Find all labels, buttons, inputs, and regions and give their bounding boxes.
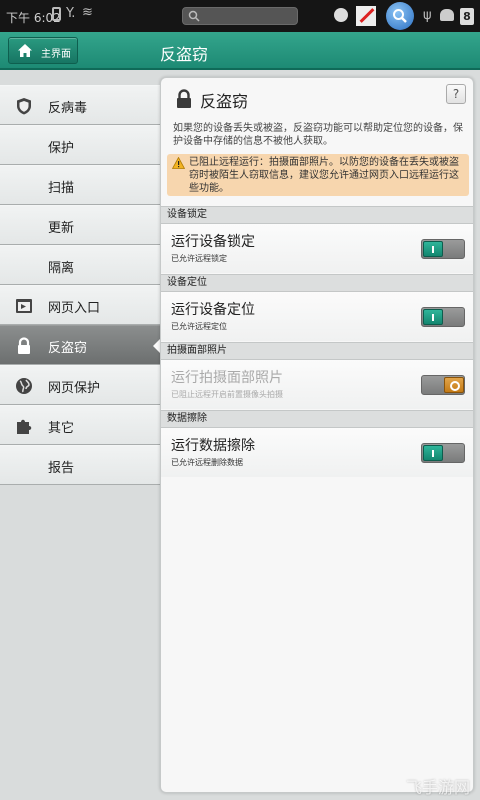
section-header-data-wipe: 数据擦除 [161,410,473,428]
panel-title: 反盗窃 [200,92,249,111]
panel-description: 如果您的设备丢失或被盗，反盗窃功能可以帮助定位您的设备，保护设备中存储的信息不被… [173,123,463,147]
sidebar: 反病毒 保护 扫描 更新 隔离 网页入口 反盗窃 网页保护 其它 报告 [0,85,161,485]
row-subtitle: 已允许远程定位 [171,322,227,331]
toggle-knob [444,377,464,393]
usb-icon: ψ [423,8,432,23]
sidebar-item-protection[interactable]: 保护 [0,125,160,165]
system-search-bar[interactable] [182,7,298,25]
home-icon [18,44,32,57]
sim-card-icon [52,7,61,21]
section-header-mugshot: 拍摄面部照片 [161,342,473,360]
warning-text: 已阻止远程运行：拍摄面部照片。以防您的设备在丢失或被盗窃时被陌生人窃取信息，建议… [189,157,459,194]
home-button-label: 主界面 [41,49,71,60]
sidebar-item-label: 扫描 [48,181,75,196]
device-lock-row[interactable]: 运行设备锁定 已允许远程锁定 [161,224,473,273]
row-title: 运行设备锁定 [171,234,255,250]
section-header-device-lock: 设备锁定 [161,206,473,224]
sidebar-item-update[interactable]: 更新 [0,205,160,245]
kaspersky-icon[interactable] [356,6,376,26]
lock-icon [177,89,191,108]
sidebar-item-label: 网页入口 [48,301,101,316]
sidebar-item-antivirus[interactable]: 反病毒 [0,85,160,125]
notification-icon[interactable] [334,8,348,22]
row-subtitle: 已允许远程删除数据 [171,458,243,467]
battery-icon: 8 [460,8,474,25]
row-subtitle: 已阻止远程开启前置摄像头拍摄 [171,390,283,399]
device-locate-row[interactable]: 运行设备定位 已允许远程定位 [161,292,473,341]
help-button[interactable]: ? [446,84,466,104]
anti-theft-panel: 反盗窃 ? 如果您的设备丢失或被盗，反盗窃功能可以帮助定位您的设备，保护设备中存… [160,77,474,793]
signal-icon: Y. [66,6,76,21]
device-locate-toggle[interactable] [421,307,465,327]
sidebar-item-label: 隔离 [48,261,75,276]
sidebar-item-web-portal[interactable]: 网页入口 [0,285,160,325]
warning-banner: 已阻止远程运行：拍摄面部照片。以防您的设备在丢失或被盗窃时被陌生人窃取信息，建议… [167,154,469,196]
sidebar-item-label: 保护 [48,141,75,156]
sidebar-item-other[interactable]: 其它 [0,405,160,445]
toggle-knob [423,241,443,257]
toggle-knob [423,445,443,461]
mugshot-toggle[interactable] [421,375,465,395]
row-subtitle: 已允许远程锁定 [171,254,227,263]
data-wipe-toggle[interactable] [421,443,465,463]
panel-header: 反盗窃 ? [161,78,473,122]
section-header-device-locate: 设备定位 [161,274,473,292]
row-title: 运行拍摄面部照片 [171,370,283,386]
globe-icon [16,378,32,394]
row-title: 运行数据擦除 [171,438,255,454]
sidebar-item-label: 报告 [48,461,75,476]
status-bar: 下午 6:02 Y. ≋ ψ 8 [0,0,480,32]
page-title: 反盗窃 [160,45,209,64]
data-wipe-row[interactable]: 运行数据擦除 已允许远程删除数据 [161,428,473,477]
sidebar-item-label: 反病毒 [48,101,88,116]
web-portal-icon [16,299,32,313]
app-header: 主界面 反盗窃 [0,32,480,70]
sidebar-item-anti-theft[interactable]: 反盗窃 [0,325,161,365]
sidebar-item-web-protection[interactable]: 网页保护 [0,365,160,405]
sidebar-item-label: 更新 [48,221,75,236]
wifi-icon: ≋ [82,5,93,20]
sidebar-item-reports[interactable]: 报告 [0,445,160,485]
sidebar-item-label: 其它 [48,421,75,436]
mugshot-row[interactable]: 运行拍摄面部照片 已阻止远程开启前置摄像头拍摄 [161,360,473,409]
android-icon [440,9,454,21]
device-lock-toggle[interactable] [421,239,465,259]
find-device-icon[interactable] [386,2,414,30]
warning-icon [172,157,185,169]
search-icon [188,10,200,22]
toggle-knob [423,309,443,325]
sidebar-item-scan[interactable]: 扫描 [0,165,160,205]
shield-icon [17,98,31,115]
puzzle-icon [17,419,32,434]
watermark: 飞手游网 [405,778,470,797]
lock-icon [18,337,30,354]
sidebar-item-quarantine[interactable]: 隔离 [0,245,160,285]
row-title: 运行设备定位 [171,302,255,318]
sidebar-item-label: 网页保护 [48,381,101,396]
home-button[interactable]: 主界面 [8,37,78,64]
sidebar-item-label: 反盗窃 [48,341,88,356]
